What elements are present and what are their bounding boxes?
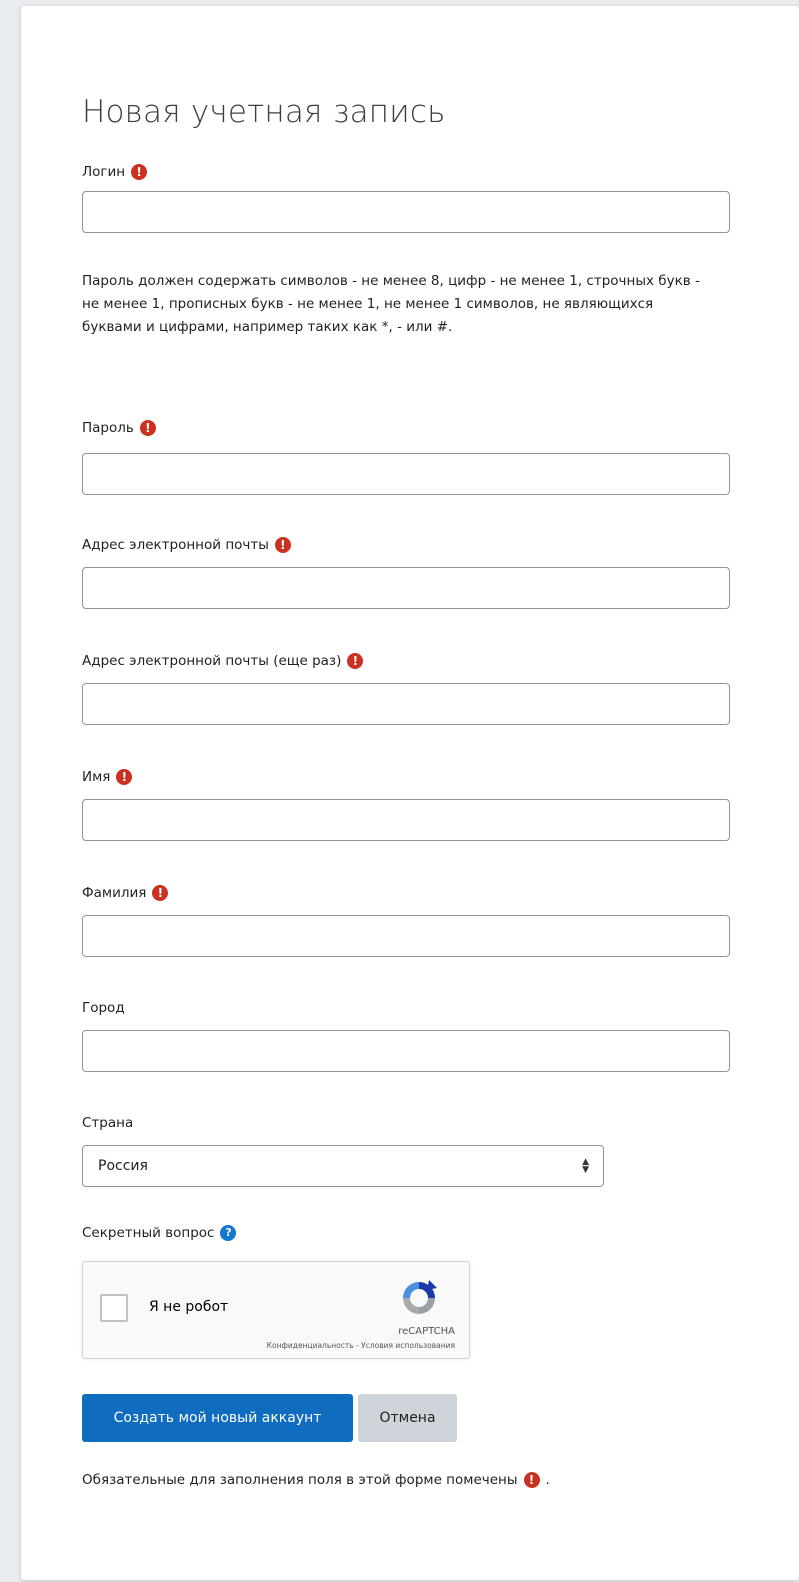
recaptcha-links[interactable]: Конфиденциальность - Условия использован… [267,1341,455,1350]
country-selected-value: Россия [98,1158,148,1174]
signup-card: Новая учетная запись Логин ! Пароль долж… [21,6,799,1580]
city-label-text: Город [82,1000,125,1016]
required-icon: ! [131,164,148,180]
recaptcha-checkbox[interactable] [100,1294,128,1322]
required-icon: ! [116,769,133,785]
login-input[interactable] [82,191,730,233]
password-input[interactable] [82,453,730,495]
lastname-label: Фамилия ! [82,885,169,901]
recaptcha-label: Я не робот [149,1299,229,1315]
country-label-text: Страна [82,1115,134,1131]
required-icon: ! [152,885,169,901]
secret-question-label: Секретный вопрос ? [82,1225,237,1241]
email-confirm-label: Адрес электронной почты (еще раз) ! [82,653,364,669]
password-hint: Пароль должен содержать символов - не ме… [82,273,700,335]
lastname-label-text: Фамилия [82,885,147,901]
email-input[interactable] [82,567,730,609]
firstname-label: Имя ! [82,769,133,785]
recaptcha-widget: Я не робот reCAPTCHA Конфиденциальность … [82,1261,470,1359]
recaptcha-logo-icon [403,1280,437,1314]
page-title: Новая учетная запись [82,94,446,130]
login-label-text: Логин [82,164,126,180]
firstname-input[interactable] [82,799,730,841]
country-label: Страна [82,1115,133,1131]
required-icon: ! [139,420,156,436]
city-label: Город [82,1000,125,1016]
secret-question-label-text: Секретный вопрос [82,1225,215,1241]
create-account-button[interactable]: Создать мой новый аккаунт [82,1394,353,1442]
password-label: Пароль ! [82,420,156,436]
email-label: Адрес электронной почты ! [82,537,291,553]
required-icon: ! [274,537,291,553]
lastname-input[interactable] [82,915,730,957]
email-confirm-label-text: Адрес электронной почты (еще раз) [82,653,342,669]
recaptcha-brand: reCAPTCHA [398,1326,455,1337]
help-icon[interactable]: ? [220,1225,237,1241]
firstname-label-text: Имя [82,769,111,785]
required-icon: ! [523,1472,540,1488]
email-label-text: Адрес электронной почты [82,537,269,553]
sort-caret-icon: ▲ ▼ [582,1157,589,1175]
required-fields-note: Обязательные для заполнения поля в этой … [82,1472,550,1488]
required-note-text: Обязательные для заполнения поля в этой … [82,1472,518,1488]
password-label-text: Пароль [82,420,134,436]
required-note-trailing: . [545,1472,550,1488]
cancel-button[interactable]: Отмена [358,1394,457,1442]
email-confirm-input[interactable] [82,683,730,725]
login-label: Логин ! [82,164,148,180]
city-input[interactable] [82,1030,730,1072]
required-icon: ! [347,653,364,669]
country-select[interactable]: Россия ▲ ▼ [82,1145,604,1187]
